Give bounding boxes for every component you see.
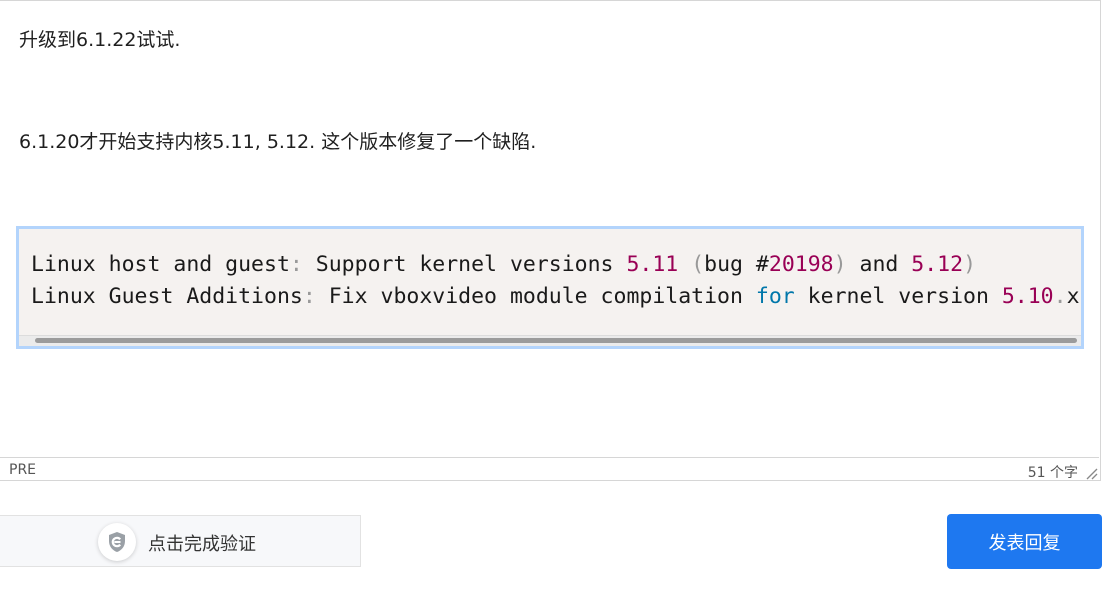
editor-statusbar: PRE 51 个字 xyxy=(0,457,1099,481)
word-count: 51 个字 xyxy=(1027,465,1078,481)
resize-handle-icon[interactable] xyxy=(1084,466,1098,480)
code-token: . xyxy=(1053,284,1067,309)
scrollbar-thumb[interactable] xyxy=(35,338,1077,343)
code-token: and xyxy=(846,252,912,277)
code-token: : xyxy=(302,284,316,309)
code-token: kernel version xyxy=(794,284,1002,309)
code-token: x xyxy=(1066,284,1080,309)
code-token: for xyxy=(755,284,795,309)
code-token: ( xyxy=(691,252,705,277)
captcha-label: 点击完成验证 xyxy=(148,534,256,555)
code-line-2: Linux Guest Additions: Fix vboxvideo mod… xyxy=(31,281,1080,313)
code-block[interactable]: Linux host and guest: Support kernel ver… xyxy=(16,226,1084,349)
submit-reply-button[interactable]: 发表回复 xyxy=(947,514,1102,569)
shield-check-icon xyxy=(98,523,136,561)
captcha-verify-button[interactable]: 点击完成验证 xyxy=(0,515,361,567)
paragraph-1[interactable]: 升级到6.1.22试试. xyxy=(19,29,180,51)
code-token: Linux host and guest xyxy=(31,252,290,277)
code-token: 5.11 xyxy=(626,252,679,277)
code-token: 20198 xyxy=(768,252,834,277)
reply-editor[interactable]: 升级到6.1.22试试. 6.1.20才开始支持内核5.11, 5.12. 这个… xyxy=(0,0,1101,481)
code-token: ) xyxy=(833,252,847,277)
code-token: 5.12 xyxy=(911,252,964,277)
code-line-1: Linux host and guest: Support kernel ver… xyxy=(31,249,976,281)
code-horizontal-scrollbar[interactable] xyxy=(19,335,1081,346)
code-token: Support kernel versions xyxy=(302,252,627,277)
code-token: Fix vboxvideo module compilation xyxy=(315,284,756,309)
element-path[interactable]: PRE xyxy=(9,462,36,478)
code-token: : xyxy=(289,252,303,277)
editor-content-area[interactable]: 升级到6.1.22试试. 6.1.20才开始支持内核5.11, 5.12. 这个… xyxy=(0,1,1099,457)
code-token: ) xyxy=(963,252,977,277)
code-token: 5.10 xyxy=(1001,284,1054,309)
code-token: Linux Guest Additions xyxy=(31,284,303,309)
code-token: bug # xyxy=(704,252,769,277)
paragraph-2[interactable]: 6.1.20才开始支持内核5.11, 5.12. 这个版本修复了一个缺陷. xyxy=(19,131,536,153)
